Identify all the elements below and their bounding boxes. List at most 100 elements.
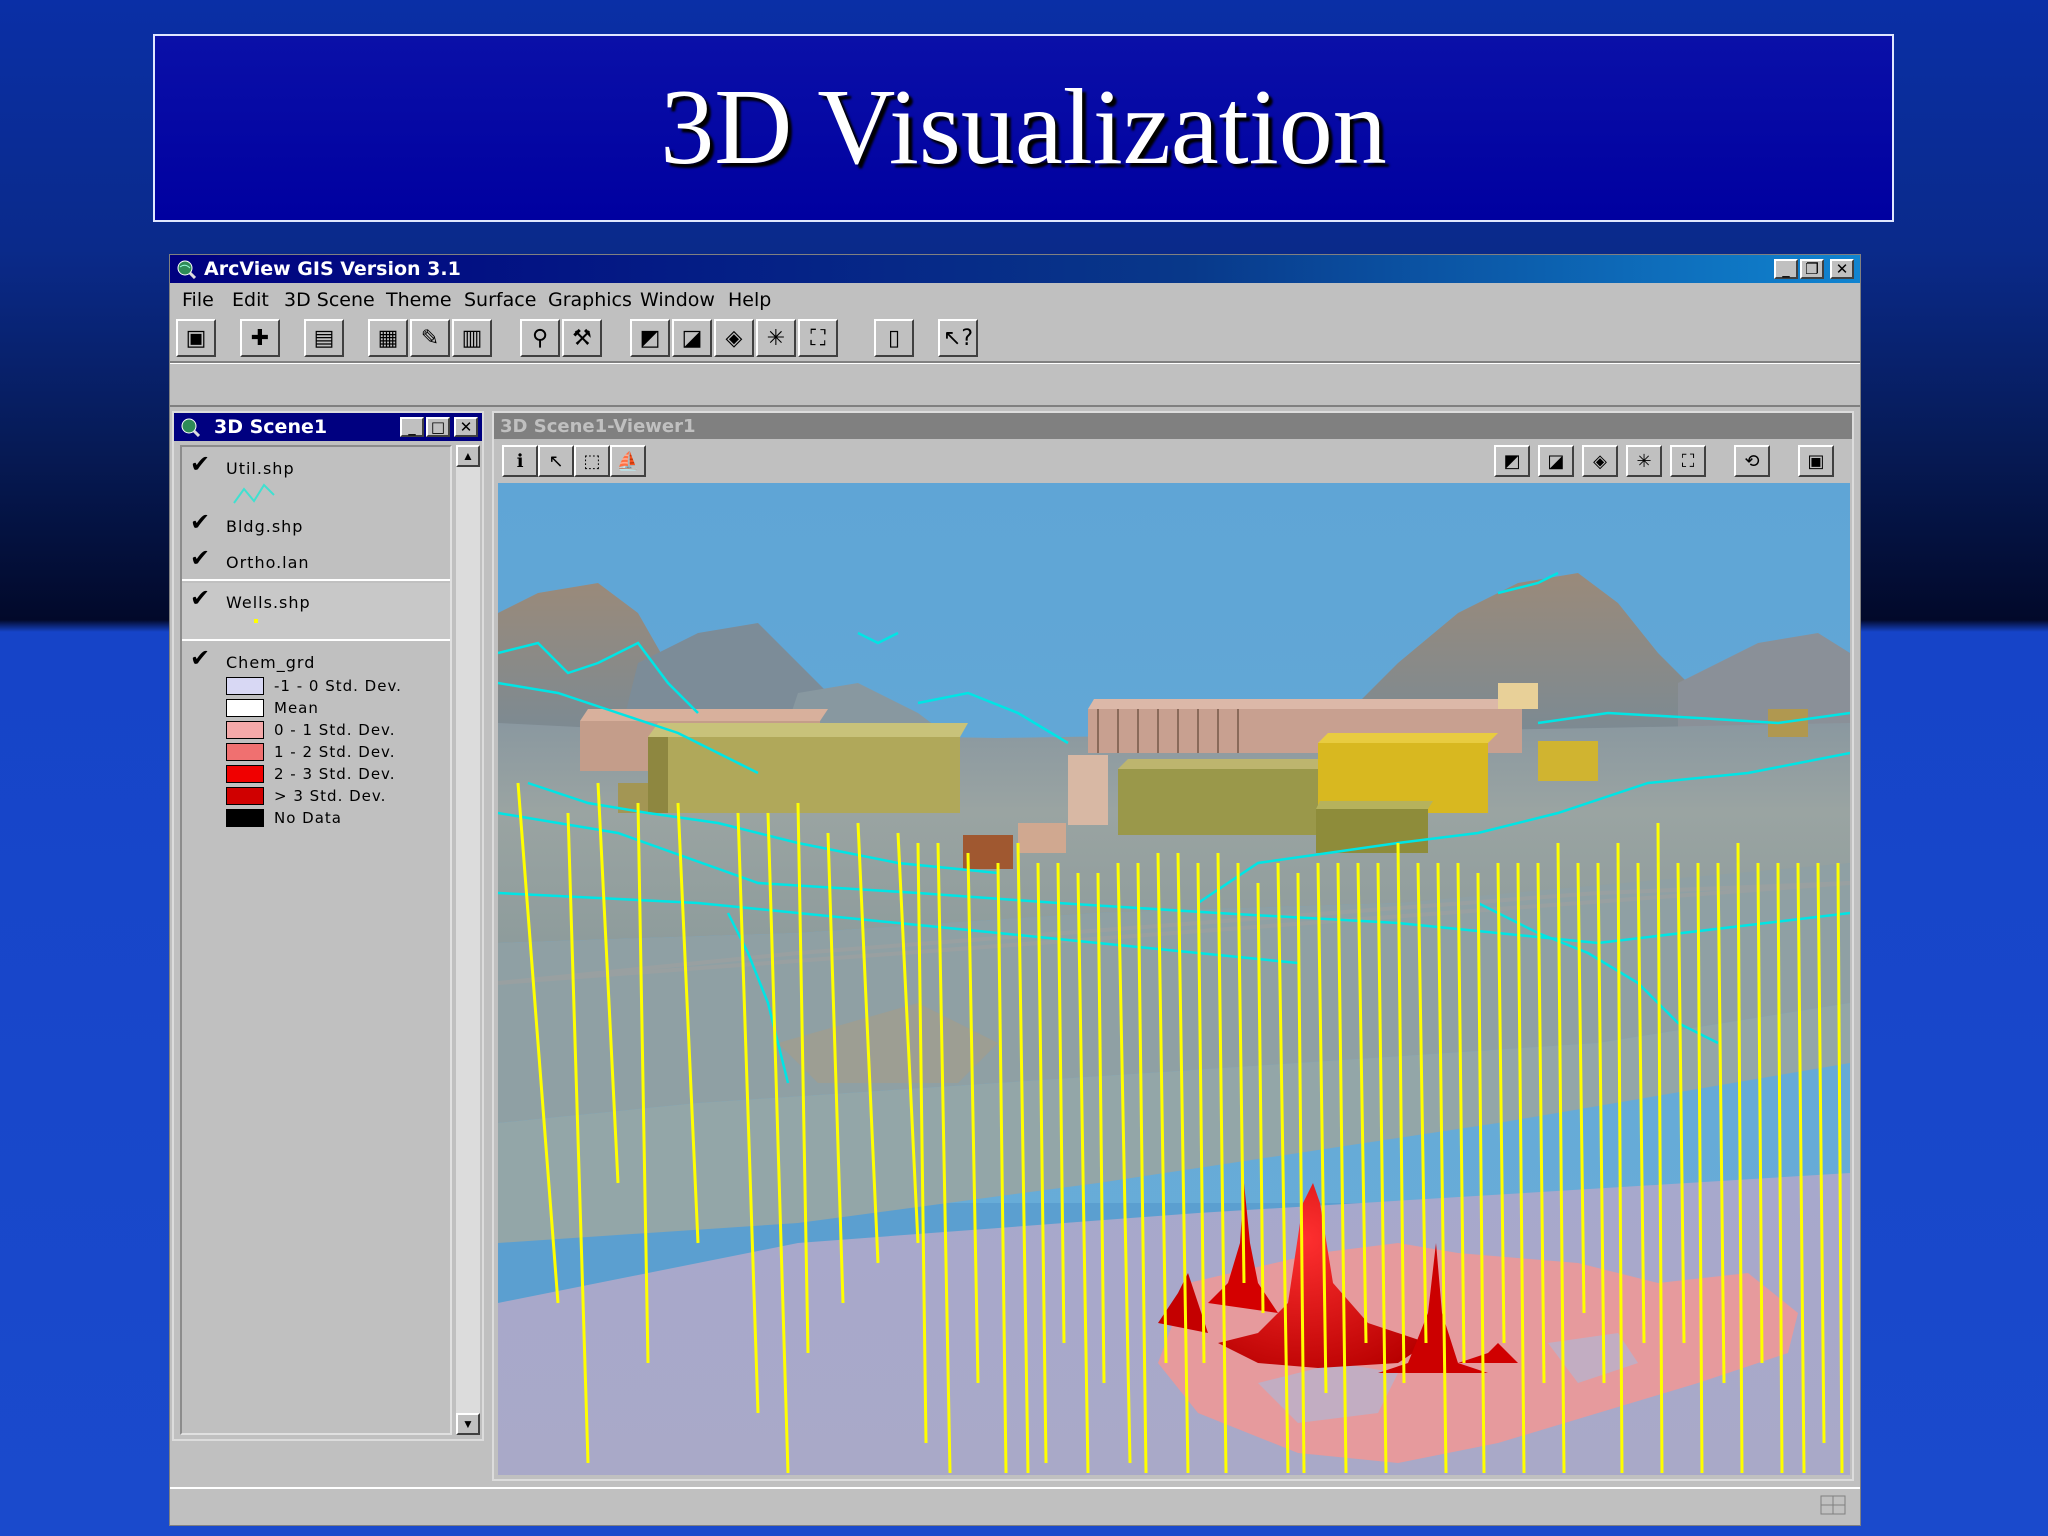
select-icon: ↖: [548, 450, 564, 472]
scene-title: 3D Scene1: [214, 416, 328, 438]
navigate-button[interactable]: ⛵: [610, 445, 646, 477]
menu-window[interactable]: Window: [640, 289, 715, 311]
viewer-zoom-full-button[interactable]: ⛶: [1670, 445, 1706, 477]
zoom-out-button[interactable]: ◪: [672, 319, 712, 357]
find-icon: ⚲: [531, 325, 549, 351]
layout-button[interactable]: ▯: [874, 319, 914, 357]
viewer-title: 3D Scene1-Viewer1: [500, 416, 696, 437]
line-symbol-icon: [233, 483, 275, 504]
arcview-globe-icon: [177, 260, 196, 279]
zoom-to-active-button[interactable]: ◈: [714, 319, 754, 357]
select-graphics-button[interactable]: ⬚: [574, 445, 610, 477]
minimize-button[interactable]: _: [1774, 259, 1798, 279]
edit-legend-button[interactable]: ✎: [410, 319, 450, 357]
scene-minimize-button[interactable]: _: [400, 417, 424, 437]
scene-globe-icon: [181, 418, 200, 437]
menu-help[interactable]: Help: [728, 289, 771, 311]
resize-grip-icon[interactable]: [1820, 1495, 1846, 1515]
viewer-titlebar[interactable]: 3D Scene1-Viewer1: [494, 413, 1852, 439]
app-titlebar[interactable]: ArcView GIS Version 3.1 _ ❐ ✕: [170, 255, 1860, 283]
status-bar: [170, 1487, 1860, 1521]
theme-name: Ortho.lan: [226, 553, 310, 572]
scroll-up-arrow-icon[interactable]: ▲: [456, 445, 480, 467]
menu-theme[interactable]: Theme: [386, 289, 452, 311]
slide-title-box: 3D Visualization: [153, 34, 1894, 222]
viewer-save-button[interactable]: ▣: [1798, 445, 1834, 477]
legend-swatch: [226, 787, 264, 805]
window-button[interactable]: ▤: [304, 319, 344, 357]
viewer-zoom-scale-button[interactable]: ✳: [1626, 445, 1662, 477]
viewer-zoom-in-button[interactable]: ◩: [1494, 445, 1530, 477]
rotate-icon: ⟲: [1744, 450, 1760, 472]
menu-file[interactable]: File: [182, 289, 214, 311]
toolbar: ▣ ✚ ▤ ▦ ✎ ▥ ⚲ ⚒ ◩ ◪ ◈ ✳ ⛶ ▯ ↖?: [170, 315, 1860, 367]
open-table-button[interactable]: ▥: [452, 319, 492, 357]
close-button[interactable]: ✕: [1830, 259, 1854, 279]
edit-legend-icon: ✎: [420, 325, 440, 351]
app-title: ArcView GIS Version 3.1: [204, 258, 461, 280]
visibility-checkbox[interactable]: ✔: [190, 587, 210, 611]
viewer-zoom-active-button[interactable]: ◈: [1582, 445, 1618, 477]
menu-3d-scene[interactable]: 3D Scene: [284, 289, 375, 311]
legend-label: -1 - 0 Std. Dev.: [274, 677, 402, 695]
theme-name: Chem_grd: [226, 653, 316, 672]
save-icon: ▣: [185, 325, 207, 351]
visibility-checkbox[interactable]: ✔: [190, 647, 210, 671]
zoom-out-icon: ◪: [1547, 450, 1565, 472]
slide-title: 3D Visualization: [660, 68, 1387, 187]
help-button[interactable]: ↖?: [938, 319, 978, 357]
legend-swatch: [226, 721, 264, 739]
scene-close-button[interactable]: ✕: [454, 417, 478, 437]
zoom-in-icon: ◩: [639, 325, 661, 351]
theme-bldg[interactable]: ✔ Bldg.shp: [182, 509, 450, 543]
save-icon: ▣: [1807, 450, 1825, 472]
theme-ortho[interactable]: ✔ Ortho.lan: [182, 545, 450, 581]
menu-bar: File Edit 3D Scene Theme Surface Graphic…: [170, 285, 1860, 313]
add-theme-button[interactable]: ✚: [240, 319, 280, 357]
theme-properties-button[interactable]: ▦: [368, 319, 408, 357]
identify-icon: ℹ: [516, 450, 524, 472]
scene-titlebar[interactable]: 3D Scene1 _ □ ✕: [174, 413, 482, 441]
find-button[interactable]: ⚲: [520, 319, 560, 357]
zoom-in-scale-icon: ✳: [766, 325, 786, 351]
zoom-in-icon: ◩: [1503, 450, 1521, 472]
visibility-checkbox[interactable]: ✔: [190, 453, 210, 477]
visibility-checkbox[interactable]: ✔: [190, 511, 210, 535]
restore-button[interactable]: ❐: [1800, 259, 1824, 279]
zoom-in-button[interactable]: ◩: [630, 319, 670, 357]
save-button[interactable]: ▣: [176, 319, 216, 357]
zoom-to-active-icon: ◈: [725, 325, 743, 351]
zoom-to-active-icon: ◈: [1593, 450, 1607, 472]
window-icon: ▤: [313, 325, 335, 351]
zoom-in-scale-button[interactable]: ✳: [756, 319, 796, 357]
point-symbol-icon: [254, 619, 258, 623]
query-builder-button[interactable]: ⚒: [562, 319, 602, 357]
legend-label: 0 - 1 Std. Dev.: [274, 721, 396, 739]
viewer-zoom-out-button[interactable]: ◪: [1538, 445, 1574, 477]
theme-chem-grd[interactable]: ✔ Chem_grd -1 - 0 Std. Dev. Mean 0 - 1 Std…: [182, 643, 450, 833]
zoom-to-full-icon: ⛶: [810, 325, 826, 351]
theme-util[interactable]: ✔ Util.shp: [182, 451, 450, 507]
3d-scene-view[interactable]: [498, 483, 1850, 1475]
zoom-to-full-icon: ⛶: [1681, 450, 1695, 472]
viewer-rotate-button[interactable]: ⟲: [1734, 445, 1770, 477]
legend-label: Mean: [274, 699, 319, 717]
visibility-checkbox[interactable]: ✔: [190, 547, 210, 571]
menu-graphics[interactable]: Graphics: [548, 289, 632, 311]
legend-swatch: [226, 743, 264, 761]
query-builder-icon: ⚒: [572, 325, 592, 351]
select-button[interactable]: ↖: [538, 445, 574, 477]
legend-label: 2 - 3 Std. Dev.: [274, 765, 396, 783]
viewer-window: 3D Scene1-Viewer1 ℹ ↖ ⬚ ⛵ ◩ ◪ ◈ ✳ ⛶ ⟲ ▣: [492, 411, 1854, 1481]
scroll-down-arrow-icon[interactable]: ▼: [456, 1413, 480, 1435]
toc-scrollbar[interactable]: ▲ ▼: [456, 445, 480, 1435]
toolbar-separator: [170, 361, 1860, 364]
theme-name: Wells.shp: [226, 593, 311, 612]
legend-swatch: [226, 809, 264, 827]
theme-wells[interactable]: ✔ Wells.shp: [182, 583, 450, 641]
zoom-to-full-button[interactable]: ⛶: [798, 319, 838, 357]
identify-button[interactable]: ℹ: [502, 445, 538, 477]
scene-maximize-button[interactable]: □: [426, 417, 450, 437]
menu-edit[interactable]: Edit: [232, 289, 269, 311]
menu-surface[interactable]: Surface: [464, 289, 536, 311]
